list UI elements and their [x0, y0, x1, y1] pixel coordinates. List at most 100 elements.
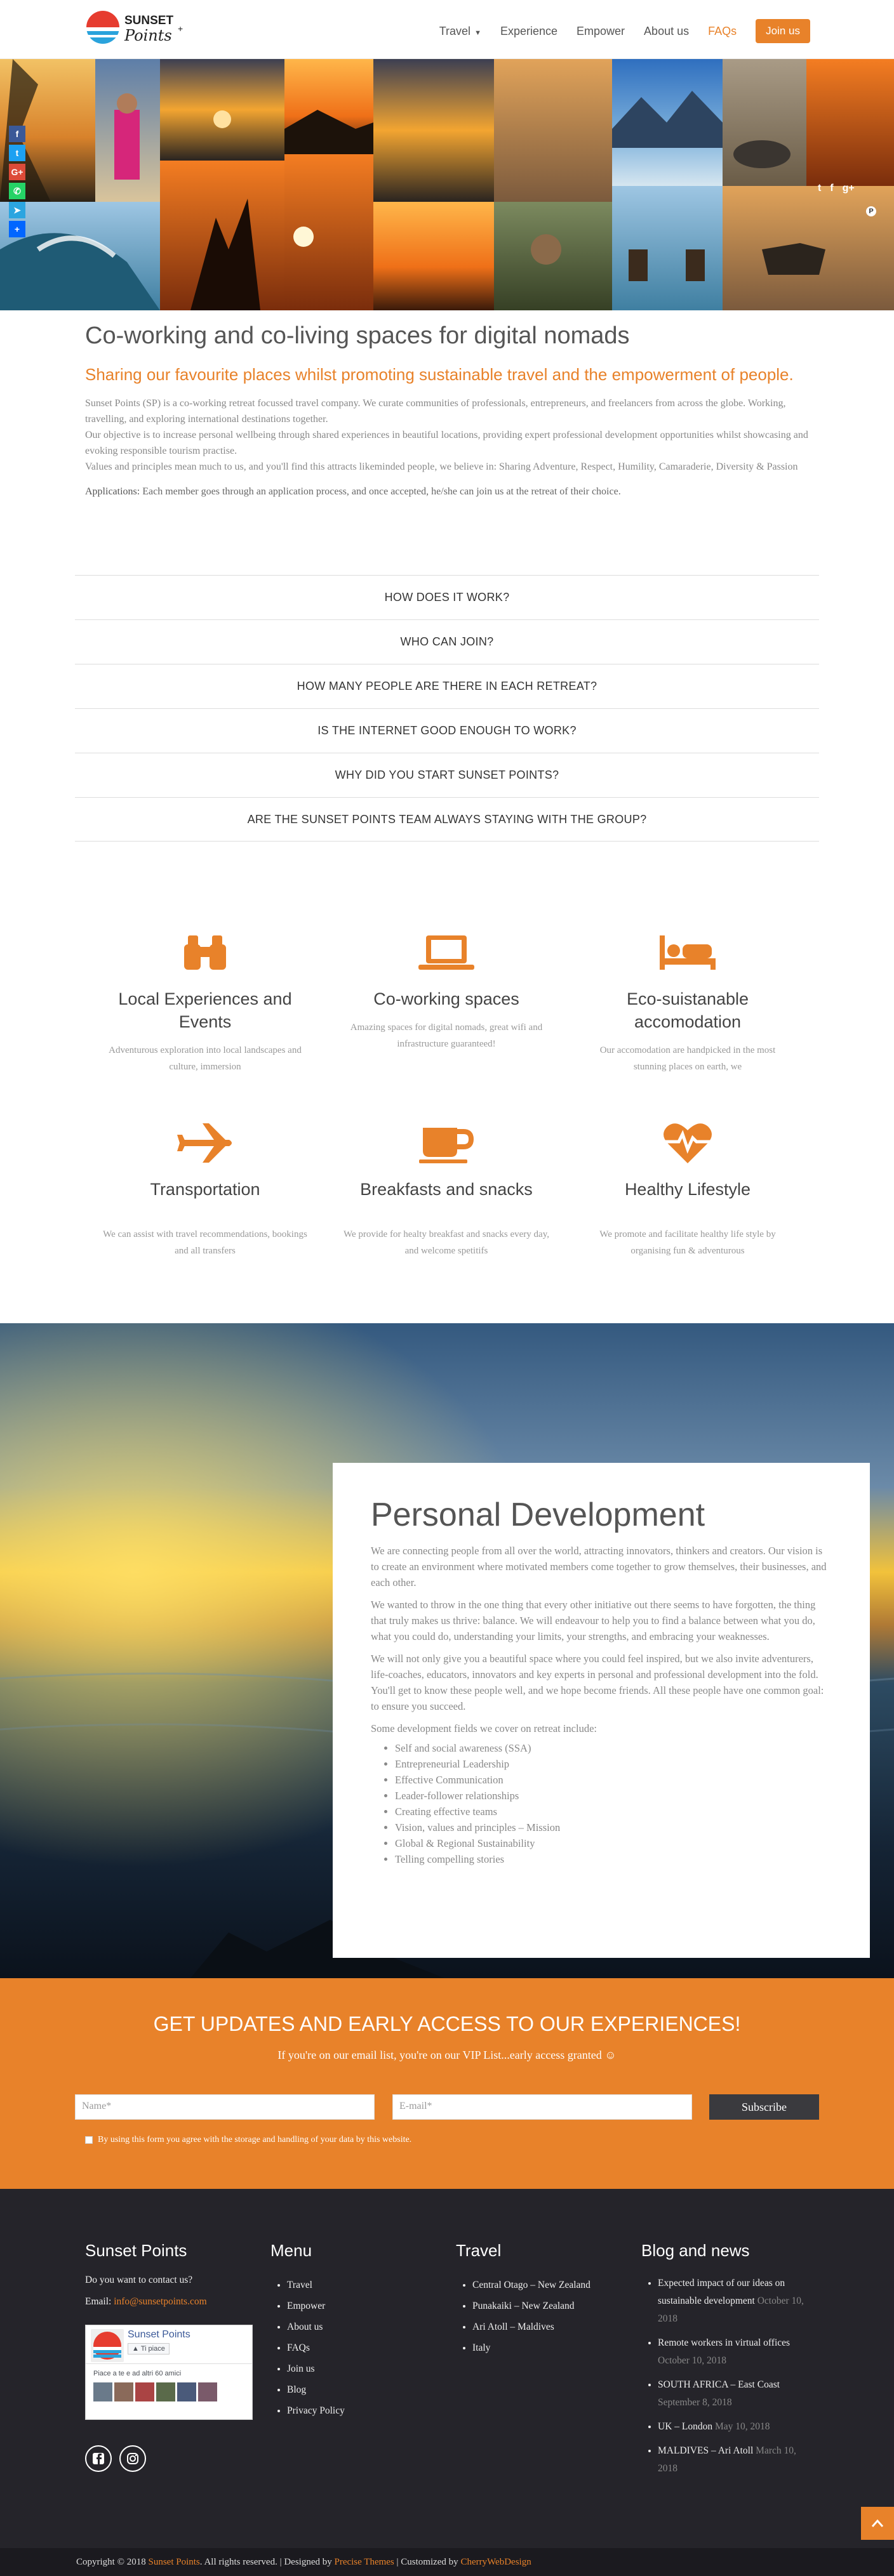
newsletter-section: GET UPDATES AND EARLY ACCESS TO OUR EXPE… — [0, 1978, 894, 2189]
footer-link-about[interactable]: About us — [287, 2316, 436, 2337]
feature-text: Adventurous exploration into local lands… — [109, 1045, 302, 1072]
footer-destination-link[interactable]: Ari Atoll – Maldives — [472, 2316, 621, 2337]
faq-item[interactable]: WHY DID YOU START SUNSET POINTS? — [75, 753, 819, 797]
feature-coworking: Co-working spaces Amazing spaces for dig… — [342, 928, 551, 1052]
footer-travel-list: Central Otago – New Zealand Punakaiki – … — [472, 2275, 621, 2358]
consent-checkbox[interactable] — [85, 2136, 93, 2144]
blog-post-date: October 10, 2018 — [658, 2355, 727, 2366]
svg-text:+: + — [178, 23, 183, 34]
feature-transportation: Transportation We can assist with travel… — [100, 1118, 310, 1259]
blog-post-link[interactable]: Remote workers in virtual offices — [658, 2337, 790, 2348]
join-us-button[interactable]: Join us — [756, 19, 810, 43]
faq-item[interactable]: HOW MANY PEOPLE ARE THERE IN EACH RETREA… — [75, 664, 819, 708]
fb-friend-avatars — [93, 2382, 217, 2401]
fb-like-button[interactable]: ▲ Ti piace — [128, 2343, 170, 2355]
footer-destination-link[interactable]: Punakaiki – New Zealand — [472, 2295, 621, 2316]
blog-post-item: MALDIVES – Ari Atoll March 10, 2018 — [658, 2442, 813, 2478]
telegram-icon[interactable]: ➤ — [9, 202, 25, 218]
whatsapp-icon[interactable]: ✆ — [9, 183, 25, 199]
binoculars-icon — [100, 928, 310, 977]
feature-local-experiences: Local Experiences and Events Adventurous… — [100, 928, 310, 1075]
newsletter-subtitle: If you're on our email list, you're on o… — [277, 2049, 617, 2061]
blog-post-date: May 10, 2018 — [714, 2421, 770, 2432]
footer-link-join[interactable]: Join us — [287, 2358, 436, 2379]
logo-line2: Points — [124, 27, 172, 44]
fb-like-label: Ti piace — [140, 2345, 165, 2353]
feature-title: Breakfasts and snacks — [360, 1180, 533, 1199]
subscribe-button[interactable]: Subscribe — [709, 2094, 819, 2120]
nav-about[interactable]: About us — [644, 25, 689, 38]
faq-item[interactable]: IS THE INTERNET GOOD ENOUGH TO WORK? — [75, 708, 819, 753]
pd-paragraph: Some development fields we cover on retr… — [371, 1722, 597, 1734]
google-plus-icon[interactable]: G+ — [9, 164, 25, 180]
pinterest-icon[interactable]: P — [866, 206, 876, 216]
list-item: Vision, values and principles – Mission — [395, 1820, 832, 1835]
footer-social-links — [85, 2445, 146, 2472]
consent-row: By using this form you agree with the st… — [85, 2135, 411, 2145]
faq-item[interactable]: WHO CAN JOIN? — [75, 619, 819, 664]
blog-post-link[interactable]: UK – London — [658, 2421, 712, 2432]
feature-healthy-lifestyle: Healthy Lifestyle We promote and facilit… — [583, 1118, 792, 1259]
footer-link-faqs[interactable]: FAQs — [287, 2337, 436, 2358]
fb-page-name: Sunset Points — [128, 2329, 190, 2340]
faq-item[interactable]: HOW DOES IT WORK? — [75, 575, 819, 619]
footer-destination-link[interactable]: Italy — [472, 2337, 621, 2358]
designer-link[interactable]: Precise Themes — [334, 2557, 394, 2567]
copyright-customized: | Customized by — [394, 2557, 461, 2567]
faq-item[interactable]: ARE THE SUNSET POINTS TEAM ALWAYS STAYIN… — [75, 797, 819, 842]
personal-development-card: Personal Development We are connecting p… — [333, 1463, 870, 1958]
facebook-page-widget[interactable]: Sunset Points ▲ Ti piace Piace a te e ad… — [85, 2325, 253, 2420]
feature-title: Transportation — [150, 1180, 260, 1199]
nav-experience[interactable]: Experience — [500, 25, 557, 38]
contact-prompt: Do you want to contact us? — [85, 2275, 193, 2285]
list-item: Leader-follower relationships — [395, 1788, 832, 1804]
footer-destination-link[interactable]: Central Otago – New Zealand — [472, 2275, 621, 2295]
feature-text: We can assist with travel recommendation… — [103, 1229, 307, 1256]
share-plus-icon[interactable]: + — [9, 221, 25, 237]
collage-images — [0, 59, 894, 310]
page-subtitle: Sharing our favourite places whilst prom… — [85, 365, 794, 384]
site-logo[interactable]: SUNSET Points + — [84, 6, 192, 48]
copyright-site-link[interactable]: Sunset Points — [148, 2557, 199, 2567]
list-item: Effective Communication — [395, 1772, 832, 1788]
footer-heading: Travel — [456, 2241, 502, 2260]
email-input[interactable]: E-mail* — [392, 2094, 692, 2120]
feature-title: Co-working spaces — [373, 989, 519, 1008]
footer-heading: Blog and news — [641, 2241, 750, 2260]
bed-icon — [583, 928, 792, 977]
instagram-icon[interactable] — [119, 2445, 146, 2472]
site-footer: Sunset Points Do you want to contact us?… — [0, 2189, 894, 2576]
pd-paragraph: We will not only give you a beautiful sp… — [371, 1653, 818, 1681]
nav-faqs[interactable]: FAQs — [708, 25, 737, 38]
email-link[interactable]: info@sunsetpoints.com — [114, 2296, 206, 2307]
pd-paragraph: You'll get to know these people well, an… — [371, 1684, 824, 1712]
chevron-up-icon — [871, 2519, 884, 2527]
customizer-link[interactable]: CherryWebDesign — [460, 2557, 531, 2567]
blog-post-link[interactable]: MALDIVES – Ari Atoll — [658, 2445, 753, 2456]
footer-link-privacy[interactable]: Privacy Policy — [287, 2400, 436, 2421]
list-item: Global & Regional Sustainability — [395, 1835, 832, 1851]
facebook-icon[interactable] — [85, 2445, 112, 2472]
feature-text: We promote and facilitate healthy life s… — [599, 1229, 776, 1256]
footer-link-blog[interactable]: Blog — [287, 2379, 436, 2400]
facebook-icon[interactable]: f — [9, 126, 25, 142]
list-item: Creating effective teams — [395, 1804, 832, 1820]
twitter-icon[interactable]: t — [818, 183, 821, 194]
blog-post-item: Remote workers in virtual offices Octobe… — [658, 2334, 813, 2370]
facebook-icon[interactable]: f — [830, 183, 833, 194]
twitter-icon[interactable]: t — [9, 145, 25, 161]
footer-link-travel[interactable]: Travel — [287, 2275, 436, 2295]
applications-label: Applications: — [85, 486, 140, 497]
nav-travel[interactable]: Travel ▼ — [439, 25, 481, 38]
blog-post-date: September 8, 2018 — [658, 2397, 732, 2408]
blog-post-link[interactable]: SOUTH AFRICA – East Coast — [658, 2379, 780, 2390]
google-plus-icon[interactable]: g+ — [843, 183, 855, 194]
nav-empower[interactable]: Empower — [577, 25, 625, 38]
feature-text: Amazing spaces for digital nomads, great… — [350, 1022, 543, 1049]
pd-paragraph: We are connecting people from all over t… — [371, 1545, 827, 1589]
feature-breakfast: Breakfasts and snacks We provide for hea… — [342, 1118, 551, 1259]
footer-link-empower[interactable]: Empower — [287, 2295, 436, 2316]
feature-title: Healthy Lifestyle — [624, 1180, 751, 1199]
scroll-to-top-button[interactable] — [861, 2507, 894, 2540]
name-input[interactable]: Name* — [75, 2094, 375, 2120]
